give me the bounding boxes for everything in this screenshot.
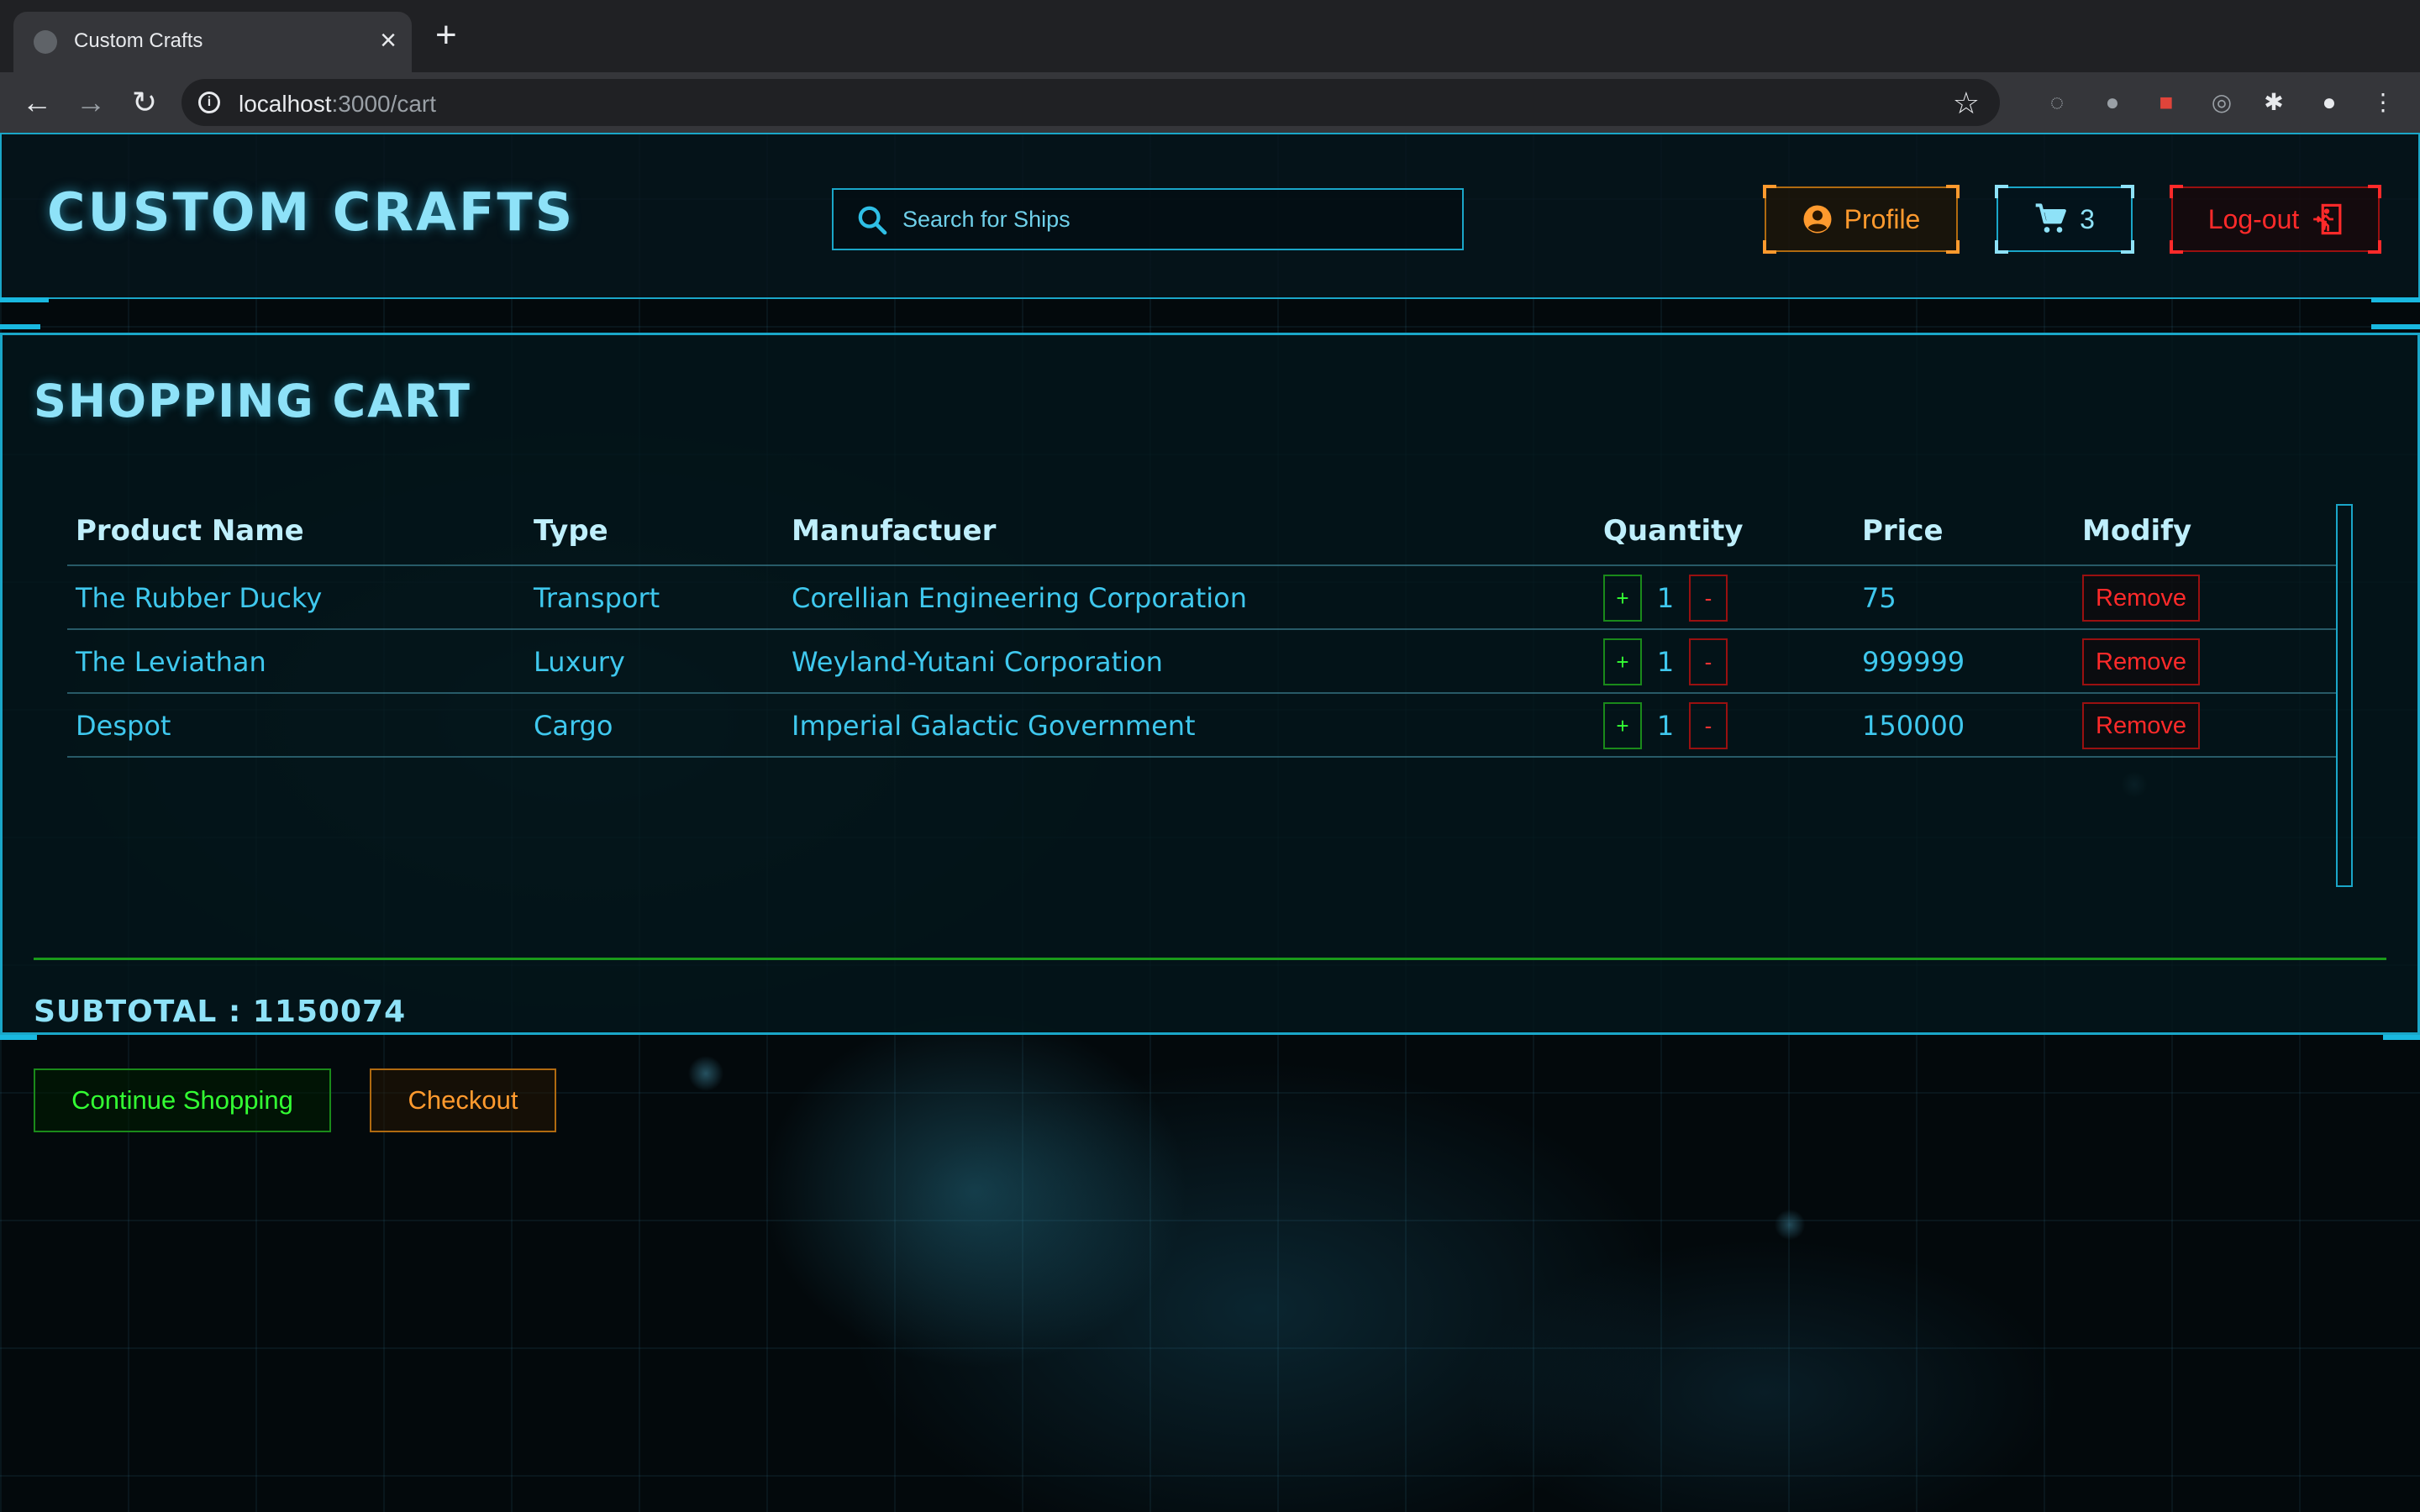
quantity-value: 1 — [1656, 582, 1675, 614]
back-icon[interactable]: ← — [17, 82, 57, 123]
modify-cell: Remove — [2082, 566, 2200, 630]
info-icon[interactable]: i — [198, 92, 220, 113]
modify-cell: Remove — [2082, 630, 2200, 694]
quantity-stepper: + 1 - — [1603, 566, 1728, 630]
panel-corner-accent — [0, 324, 40, 329]
url-text: localhost:3000/cart — [239, 91, 437, 117]
product-name-link[interactable]: The Rubber Ducky — [76, 566, 322, 630]
subtotal: SUBTOTAL : 1150074 — [34, 995, 407, 1029]
product-manufacturer: Corellian Engineering Corporation — [792, 582, 1247, 614]
exit-icon — [2313, 203, 2342, 235]
user-circle-icon — [1803, 205, 1832, 234]
extension-icon[interactable]: ● — [2097, 87, 2128, 118]
column-header: Price — [1862, 514, 1944, 548]
extension-icon[interactable]: ◌ — [2042, 87, 2072, 118]
browser-tab-strip: Custom Crafts × + — [0, 0, 2420, 72]
continue-shopping-button[interactable]: Continue Shopping — [34, 1068, 331, 1132]
account-icon[interactable]: ● — [2314, 87, 2344, 118]
browser-tab[interactable]: Custom Crafts × — [13, 12, 412, 72]
header-corner-accent — [2371, 297, 2420, 302]
table-row: Despot Cargo Imperial Galactic Governmen… — [67, 694, 2336, 758]
product-name-link[interactable]: Despot — [76, 694, 171, 758]
browser-toolbar: ← → ↻ i localhost:3000/cart ☆ ◌ ● ■ ◎ ✱ … — [0, 72, 2420, 133]
profile-button[interactable]: Profile — [1763, 185, 1960, 254]
reload-icon[interactable]: ↻ — [124, 82, 165, 123]
product-type: Transport — [534, 582, 660, 614]
remove-button[interactable]: Remove — [2082, 638, 2200, 685]
search-input[interactable] — [902, 190, 1449, 249]
address-bar[interactable]: i localhost:3000/cart ☆ — [182, 79, 2000, 126]
extension-icon[interactable]: ◎ — [2207, 87, 2237, 118]
cart-count: 3 — [2080, 203, 2095, 234]
quantity-stepper: + 1 - — [1603, 694, 1728, 758]
column-header: Quantity — [1603, 514, 1744, 548]
product-price: 999999 — [1862, 646, 1965, 678]
table-row: The Rubber Ducky Transport Corellian Eng… — [67, 566, 2336, 630]
column-header: Product Name — [76, 514, 304, 548]
modify-cell: Remove — [2082, 694, 2200, 758]
table-row: The Leviathan Luxury Weyland-Yutani Corp… — [67, 630, 2336, 694]
column-header: Type — [534, 514, 608, 548]
quantity-value: 1 — [1656, 710, 1675, 742]
star-icon[interactable]: ☆ — [1953, 86, 1980, 121]
panel-corner-accent — [2383, 1035, 2420, 1040]
tab-title: Custom Crafts — [74, 29, 203, 52]
app-header: CUSTOM CRAFTS Profile — [0, 133, 2420, 299]
page-viewport: CUSTOM CRAFTS Profile — [0, 133, 2420, 1512]
product-type: Luxury — [534, 646, 625, 678]
table-header-row: Product Name Type Manufactuer Quantity P… — [67, 502, 2336, 566]
decrease-quantity-button[interactable]: - — [1689, 702, 1728, 749]
increase-quantity-button[interactable]: + — [1603, 638, 1642, 685]
product-type: Cargo — [534, 710, 613, 742]
close-icon[interactable]: × — [380, 24, 397, 57]
cart-icon — [2035, 203, 2066, 233]
panel-corner-accent — [2371, 324, 2420, 329]
checkout-button[interactable]: Checkout — [370, 1068, 556, 1132]
table-scrollbar[interactable] — [2336, 504, 2353, 887]
logout-button[interactable]: Log-out — [2170, 185, 2381, 254]
remove-button[interactable]: Remove — [2082, 575, 2200, 622]
product-price: 150000 — [1862, 710, 1965, 742]
extension-icon[interactable]: ✱ — [2259, 87, 2289, 118]
header-corner-accent — [0, 297, 49, 302]
remove-button[interactable]: Remove — [2082, 702, 2200, 749]
page-title: SHOPPING CART — [34, 375, 471, 428]
globe-icon — [34, 30, 57, 54]
plus-icon[interactable]: + — [435, 17, 457, 54]
profile-label: Profile — [1844, 203, 1921, 234]
increase-quantity-button[interactable]: + — [1603, 702, 1642, 749]
logout-label: Log-out — [2207, 203, 2300, 234]
product-price: 75 — [1862, 582, 1897, 614]
decrease-quantity-button[interactable]: - — [1689, 575, 1728, 622]
menu-icon[interactable]: ⋮ — [2368, 87, 2398, 118]
cart-button[interactable]: 3 — [1995, 185, 2134, 254]
decrease-quantity-button[interactable]: - — [1689, 638, 1728, 685]
forward-icon[interactable]: → — [71, 82, 111, 123]
increase-quantity-button[interactable]: + — [1603, 575, 1642, 622]
search-bar[interactable] — [832, 188, 1464, 250]
search-icon — [858, 206, 887, 235]
divider — [34, 958, 2386, 960]
column-header: Manufactuer — [792, 514, 997, 548]
column-header: Modify — [2082, 514, 2192, 548]
product-name-link[interactable]: The Leviathan — [76, 630, 266, 694]
quantity-stepper: + 1 - — [1603, 630, 1728, 694]
product-manufacturer: Weyland-Yutani Corporation — [792, 646, 1163, 678]
product-manufacturer: Imperial Galactic Government — [792, 710, 1196, 742]
panel-corner-accent — [0, 1035, 37, 1040]
quantity-value: 1 — [1656, 646, 1675, 678]
brand-logo[interactable]: CUSTOM CRAFTS — [47, 181, 575, 243]
cart-table: Product Name Type Manufactuer Quantity P… — [67, 502, 2336, 758]
extension-icon[interactable]: ■ — [2151, 87, 2181, 118]
